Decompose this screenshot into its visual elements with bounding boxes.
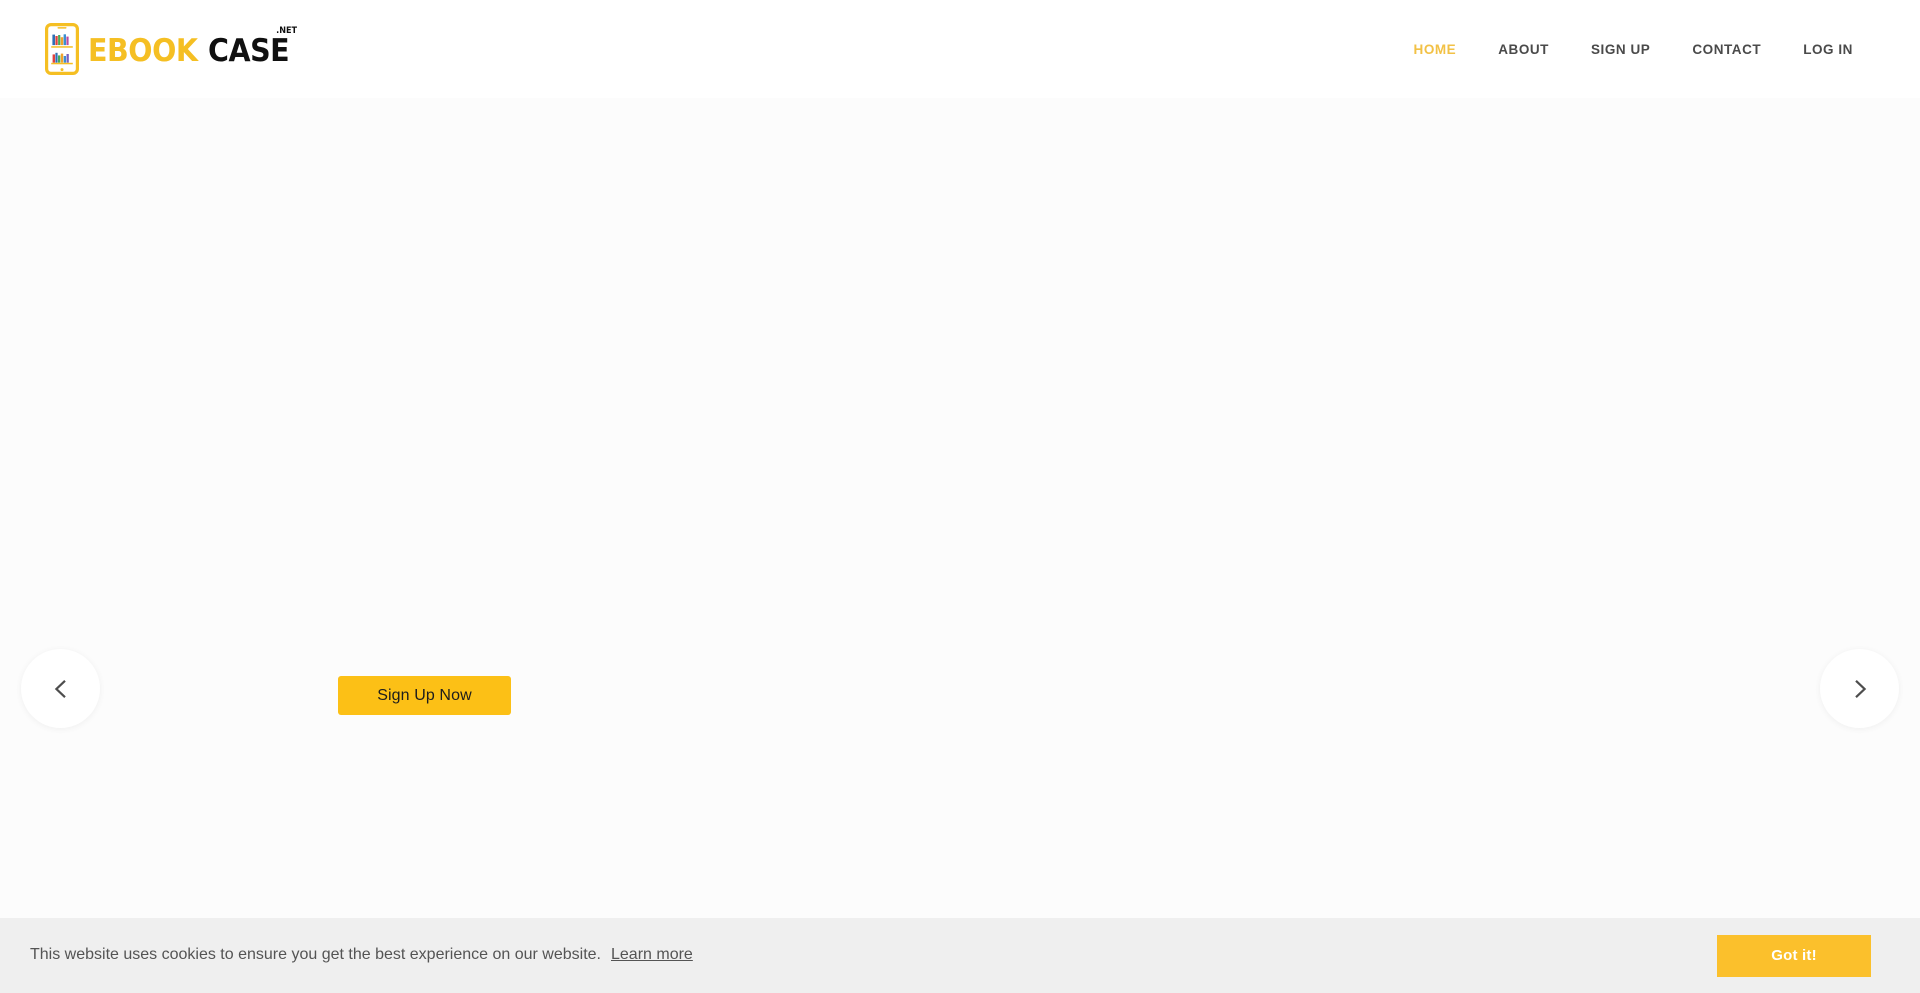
brand-wordmark: EBOOK CASE .NET (88, 27, 297, 69)
cookie-consent-text: This website uses cookies to ensure you … (30, 944, 693, 966)
chevron-left-icon (54, 679, 66, 698)
page-root: EBOOK CASE .NET HOME ABOUT SIGN UP CONTA… (0, 0, 1920, 993)
brand-word-case: CASE (208, 33, 290, 69)
brand-tld: .NET (276, 26, 298, 36)
nav-link-home[interactable]: HOME (1393, 32, 1478, 67)
cookie-consent-message: This website uses cookies to ensure you … (30, 946, 601, 964)
nav-link-sign-up[interactable]: SIGN UP (1570, 32, 1671, 67)
main-navigation: HOME ABOUT SIGN UP CONTACT LOG IN (1393, 0, 1874, 98)
cookie-accept-button[interactable]: Got it! (1717, 934, 1871, 977)
chevron-right-icon (1854, 679, 1866, 698)
cookie-consent-banner: This website uses cookies to ensure you … (0, 918, 1920, 993)
sign-up-now-button[interactable]: Sign Up Now (338, 676, 511, 715)
cookie-learn-more-link[interactable]: Learn more (611, 946, 693, 963)
carousel-next-button[interactable] (1820, 649, 1899, 728)
site-header: EBOOK CASE .NET HOME ABOUT SIGN UP CONTA… (0, 0, 1920, 98)
brand-logo[interactable]: EBOOK CASE .NET (45, 20, 297, 78)
hero-slide: Sign Up Now (0, 98, 1920, 918)
nav-link-log-in[interactable]: LOG IN (1782, 32, 1874, 67)
phone-bookshelf-icon (45, 23, 79, 75)
brand-word-ebook: EBOOK (88, 33, 198, 69)
carousel-prev-button[interactable] (21, 649, 100, 728)
nav-link-about[interactable]: ABOUT (1477, 32, 1570, 67)
nav-link-contact[interactable]: CONTACT (1671, 32, 1782, 67)
hero-carousel: Sign Up Now (0, 98, 1920, 918)
